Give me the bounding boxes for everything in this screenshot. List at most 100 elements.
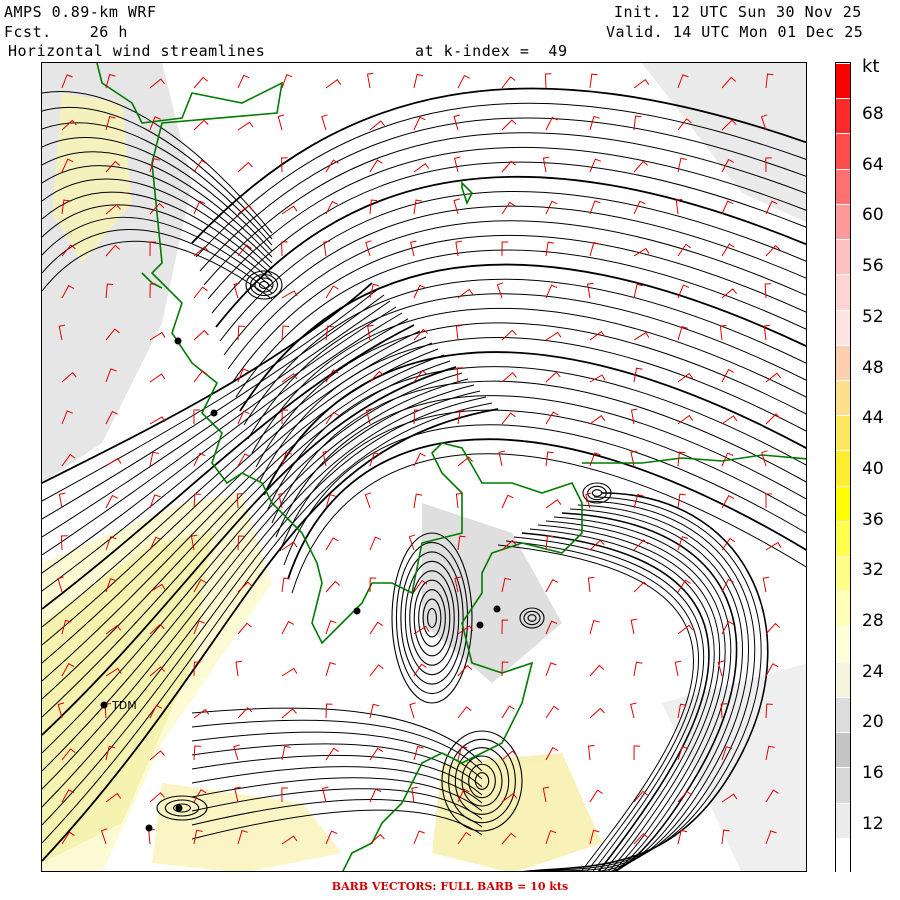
wind-barb (633, 581, 649, 593)
wind-barb (453, 156, 461, 173)
wind-barb (369, 120, 385, 131)
wind-barb (633, 160, 649, 173)
colorbar-tick-label: 32 (862, 560, 884, 581)
colorbar-segment (836, 274, 850, 310)
colorbar-segment (836, 379, 850, 416)
colorbar-tick-label: 24 (862, 661, 884, 682)
wind-barb (281, 667, 298, 677)
wind-barb (193, 745, 201, 761)
wind-barb (677, 243, 692, 257)
wind-barb (457, 288, 474, 299)
wind-barb (589, 664, 605, 677)
wind-barb (237, 121, 254, 131)
colorbar-segment (836, 133, 850, 169)
wind-barb (281, 325, 290, 341)
colorbar-segment (836, 696, 850, 733)
wind-barb (369, 159, 383, 173)
wind-barb (501, 412, 516, 425)
colorbar-segment (836, 626, 850, 662)
model-title: AMPS 0.89-km WRF (4, 3, 157, 21)
wind-barb (413, 830, 425, 845)
wind-barb (457, 706, 472, 719)
colorbar-tick-label: 28 (862, 611, 884, 631)
wind-barb (369, 664, 384, 677)
wind-barb (325, 661, 336, 677)
wind-barb (193, 76, 209, 89)
wind-barb (589, 619, 600, 635)
wind-barb (765, 622, 781, 635)
wind-barb (281, 290, 298, 299)
wind-barb (544, 73, 552, 89)
wind-barb (193, 708, 210, 719)
colorbar-segment (836, 802, 850, 838)
wind-barb (281, 373, 298, 383)
wind-barb (413, 73, 424, 89)
wind-barb (762, 576, 770, 593)
wind-barb (237, 161, 253, 173)
wind-barb (413, 745, 424, 761)
wind-barb (325, 747, 339, 761)
wind-barb (364, 492, 372, 509)
wind-barb (148, 829, 155, 845)
colorbar-segment (836, 591, 850, 627)
wind-barb (545, 662, 557, 677)
wind-barb (630, 702, 637, 719)
wind-barb (542, 156, 550, 173)
colorbar-tick-label: 36 (862, 509, 884, 530)
wind-barb (456, 367, 464, 383)
wind-barb (281, 577, 290, 593)
wind-barb (545, 579, 559, 593)
wind-barb (501, 76, 516, 89)
wind-barb (545, 241, 555, 257)
wind-barb (325, 78, 342, 89)
wind-barb (193, 119, 209, 131)
wind-barb (237, 74, 250, 89)
init-time: Init. 12 UTC Sun 30 Nov 25 (614, 3, 862, 21)
colorbar-tick-label: 52 (862, 306, 884, 327)
wind-barb (498, 450, 506, 467)
wind-barb (765, 413, 781, 425)
wind-barb (105, 457, 122, 467)
wind-barb (545, 331, 562, 341)
wind-barb (193, 370, 208, 383)
wind-barb (413, 116, 426, 131)
level-label: at k-index = 49 (415, 42, 568, 60)
wind-barb (589, 158, 602, 173)
wind-barb (409, 702, 416, 719)
wind-barb (321, 786, 329, 803)
wind-barb (496, 282, 504, 299)
wind-barb (193, 286, 208, 299)
wind-barb (633, 78, 650, 89)
wind-barb (501, 201, 516, 215)
wind-barb (413, 493, 423, 509)
wind-barb (321, 114, 328, 131)
wind-barb (545, 535, 554, 551)
colorbar-tick-label: 60 (862, 205, 884, 226)
wind-barb (545, 411, 559, 425)
colorbar-unit: kt (862, 56, 880, 77)
wind-barb (721, 200, 734, 215)
wind-barb (369, 833, 385, 845)
wind-barb (149, 373, 166, 383)
streamline-map: TDM (41, 62, 807, 872)
wind-barb (677, 414, 694, 425)
wind-barb (545, 371, 561, 383)
wind-barb (281, 74, 293, 89)
wind-barb (633, 745, 641, 761)
wind-barb (587, 744, 595, 761)
wind-barb (366, 72, 374, 89)
station-tdm-marker (100, 701, 108, 709)
wind-barb (408, 534, 416, 551)
wind-barb (589, 789, 603, 803)
colorbar-segment (836, 556, 850, 592)
forecast-hour: Fcst. 26 h (4, 23, 128, 41)
wind-barb (325, 537, 339, 551)
wind-barb (369, 747, 383, 761)
colorbar-segment (836, 767, 850, 803)
wind-barb (369, 621, 383, 635)
wind-speed-colorbar (835, 62, 851, 873)
wind-barb (281, 708, 297, 719)
wind-barb (453, 198, 460, 215)
colorbar-segment (836, 203, 850, 240)
colorbar-tick-label: 56 (862, 256, 884, 277)
